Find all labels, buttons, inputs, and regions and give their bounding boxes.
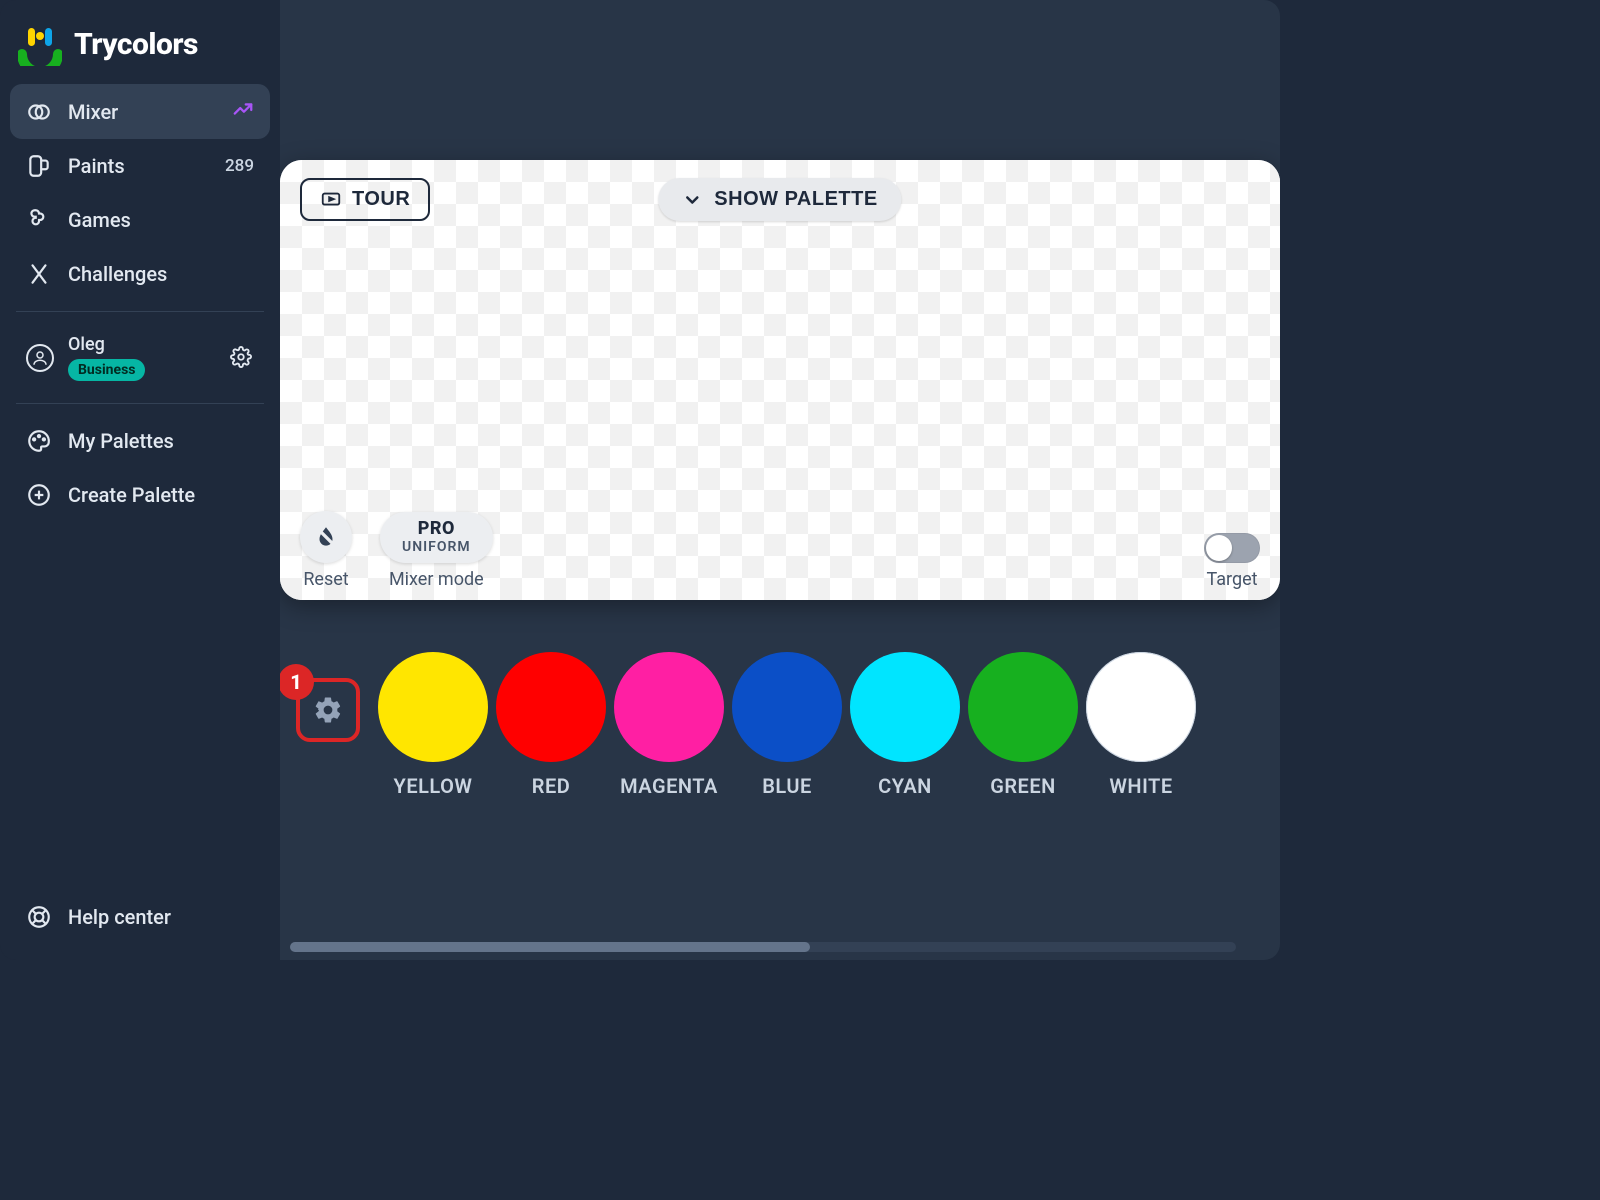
brand-logo-icon (18, 22, 62, 66)
chevron-down-icon (682, 190, 702, 210)
nav-games[interactable]: Games (10, 193, 270, 247)
mixer-canvas: TOUR SHOW PALETTE (280, 160, 1280, 600)
nav-challenges[interactable]: Challenges (10, 247, 270, 301)
swatch-label: WHITE (1109, 774, 1172, 798)
swatch-circle[interactable] (968, 652, 1078, 762)
divider (16, 403, 264, 404)
help-icon (26, 904, 52, 930)
swatch-white[interactable]: WHITE (1086, 652, 1196, 798)
plan-badge: Business (68, 359, 145, 381)
user-info: Oleg Business (68, 334, 145, 381)
nav-label: My Palettes (68, 429, 174, 453)
swatch-circle[interactable] (378, 652, 488, 762)
paints-icon (26, 153, 52, 179)
nav-my-palettes[interactable]: My Palettes (10, 414, 270, 468)
reset-button[interactable] (300, 511, 352, 563)
user-row[interactable]: Oleg Business (10, 322, 270, 393)
swatch-label: MAGENTA (620, 774, 718, 798)
swatch-label: RED (532, 774, 571, 798)
mixer-mode-pro: PRO (418, 518, 455, 539)
swatch-circle[interactable] (496, 652, 606, 762)
swatch-label: GREEN (990, 774, 1056, 798)
mixer-mode-sub: UNIFORM (402, 539, 471, 555)
swatch-circle[interactable] (850, 652, 960, 762)
droplet-off-icon (313, 524, 339, 550)
swatch-magenta[interactable]: MAGENTA (614, 652, 724, 798)
swatch-circle[interactable] (614, 652, 724, 762)
trending-icon (232, 98, 254, 125)
screen-play-icon (320, 189, 342, 211)
palette-icon (26, 428, 52, 454)
toggle-knob (1206, 535, 1232, 561)
brand[interactable]: Trycolors (10, 16, 270, 84)
swatch-label: YELLOW (394, 774, 473, 798)
gear-icon (313, 695, 343, 725)
swatch-red[interactable]: RED (496, 652, 606, 798)
paints-count: 289 (225, 156, 254, 176)
horizontal-scrollbar[interactable] (290, 942, 1236, 952)
swatch-circle[interactable] (732, 652, 842, 762)
swatch-label: CYAN (878, 774, 932, 798)
nav-label: Create Palette (68, 483, 195, 507)
challenges-icon (26, 261, 52, 287)
main: TOUR SHOW PALETTE (280, 0, 1280, 960)
swatch-settings-button[interactable]: 1 (296, 678, 360, 742)
nav-help[interactable]: Help center (10, 890, 270, 944)
divider (16, 311, 264, 312)
mixer-mode-caption: Mixer mode (389, 569, 484, 590)
swatch-label: BLUE (762, 774, 812, 798)
user-name: Oleg (68, 334, 145, 355)
brand-name: Trycolors (74, 27, 198, 62)
mixer-mode-button[interactable]: PRO UNIFORM (380, 512, 493, 563)
nav-label: Games (68, 208, 131, 232)
reset-label: Reset (303, 569, 348, 590)
nav-paints[interactable]: Paints 289 (10, 139, 270, 193)
nav-label: Paints (68, 154, 125, 178)
target-label: Target (1206, 569, 1257, 590)
target-toggle[interactable] (1204, 533, 1260, 563)
sidebar: Trycolors Mixer Paints 289 (0, 0, 280, 960)
scrollbar-thumb[interactable] (290, 942, 810, 952)
nav-create-palette[interactable]: Create Palette (10, 468, 270, 522)
nav-label: Challenges (68, 262, 167, 286)
settings-icon[interactable] (230, 346, 254, 370)
show-palette-label: SHOW PALETTE (714, 188, 877, 211)
nav-label: Mixer (68, 100, 118, 124)
swatch-green[interactable]: GREEN (968, 652, 1078, 798)
swatch-cyan[interactable]: CYAN (850, 652, 960, 798)
swatch-yellow[interactable]: YELLOW (378, 652, 488, 798)
tour-label: TOUR (352, 188, 410, 211)
swatch-blue[interactable]: BLUE (732, 652, 842, 798)
tour-button[interactable]: TOUR (300, 178, 430, 221)
mixer-icon (26, 99, 52, 125)
app-root: Trycolors Mixer Paints 289 (0, 0, 1280, 960)
plus-circle-icon (26, 482, 52, 508)
swatch-strip: 1 YELLOW RED MAGENTA BLUE CYAN GREEN WHITE (280, 652, 1280, 798)
step-badge: 1 (280, 664, 314, 700)
nav-mixer[interactable]: Mixer (10, 84, 270, 139)
avatar-icon (26, 344, 54, 372)
show-palette-button[interactable]: SHOW PALETTE (658, 178, 901, 221)
nav-label: Help center (68, 905, 171, 929)
swatch-circle[interactable] (1086, 652, 1196, 762)
games-icon (26, 207, 52, 233)
